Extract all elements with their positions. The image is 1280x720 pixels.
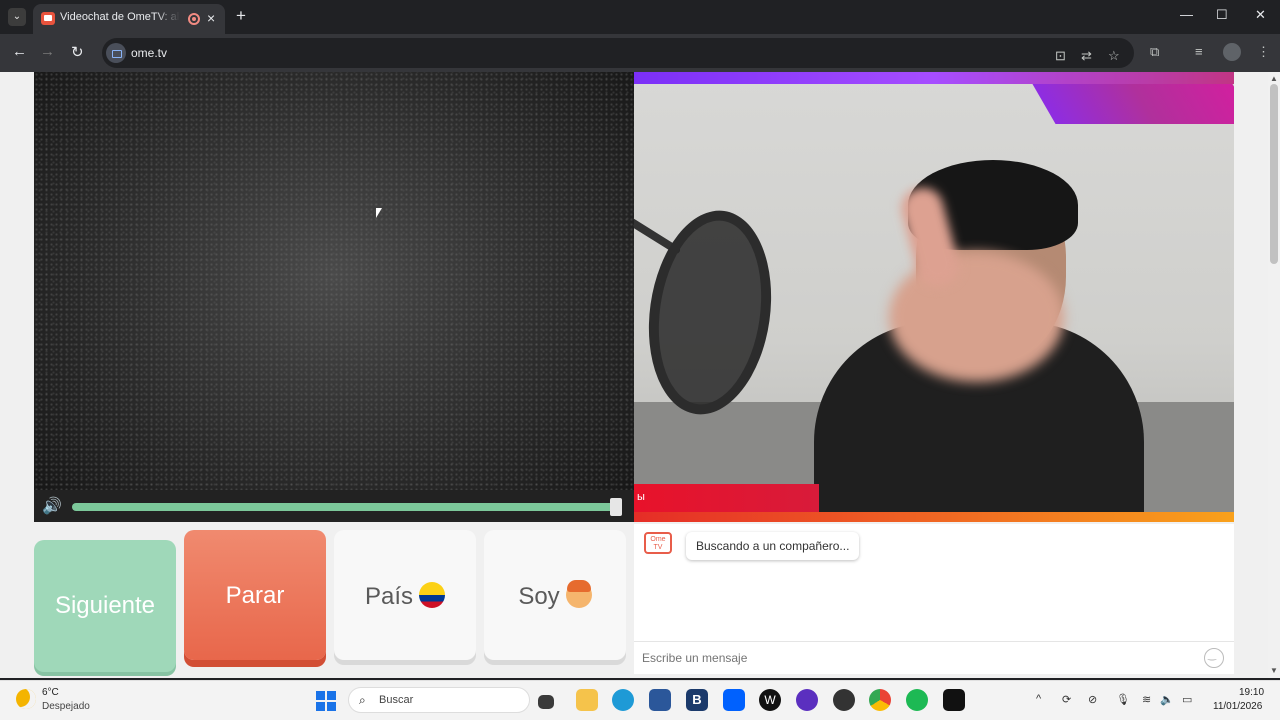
remote-video[interactable]: 🔊 — [34, 72, 634, 522]
local-video: ы — [634, 72, 1234, 522]
wifi-icon[interactable]: ≋ — [1142, 693, 1151, 706]
menu-kebab-icon[interactable]: ⋮ — [1257, 44, 1270, 60]
stop-button-label: Parar — [225, 582, 285, 609]
tab-title: Videochat de OmeTV: alternativa — [60, 11, 180, 23]
meet-icon[interactable]: ⊘ — [1088, 693, 1097, 706]
weather-temp[interactable]: 6°C — [42, 687, 59, 698]
address-bar[interactable]: ome.tv ⊡ ⇄ ☆ — [102, 38, 1134, 68]
edge-icon[interactable] — [612, 689, 634, 711]
task-view-icon[interactable] — [538, 695, 554, 709]
forward-icon[interactable]: → — [40, 43, 55, 60]
w-app-icon[interactable]: W — [759, 689, 781, 711]
static-noise — [34, 72, 634, 522]
person-hand — [889, 252, 1064, 382]
colombia-flag-icon — [419, 582, 446, 608]
spotify-icon[interactable] — [906, 689, 928, 711]
browser-titlebar: ⌄ Videochat de OmeTV: alternativa × + — … — [0, 0, 1280, 34]
install-app-icon[interactable]: ⊡ — [1055, 48, 1066, 64]
country-button-content: País — [334, 582, 476, 611]
ometv-logo-icon: Ome TV — [644, 532, 672, 554]
search-icon: ⌕ — [359, 693, 366, 707]
reload-icon[interactable]: ↻ — [71, 43, 84, 61]
tab-search-button[interactable]: ⌄ — [8, 8, 26, 26]
gender-button-label: Soy — [518, 583, 560, 610]
dropbox-icon[interactable] — [723, 689, 745, 711]
stop-button[interactable]: Parar — [184, 530, 326, 660]
microphone-icon[interactable]: 🎙 — [1116, 693, 1130, 706]
back-icon[interactable]: ← — [12, 43, 27, 60]
emoji-icon[interactable] — [1204, 648, 1224, 668]
new-tab-button[interactable]: + — [236, 6, 246, 26]
gender-button-content: Soy — [484, 580, 626, 611]
mouse-cursor — [376, 208, 382, 218]
minimize-button[interactable]: — — [1180, 7, 1193, 22]
video-controls: 🔊 — [34, 490, 634, 522]
status-message: Buscando a un compañero... — [686, 532, 860, 560]
close-window-button[interactable]: ✕ — [1255, 7, 1266, 23]
brand-bottom-red: ы — [634, 484, 819, 512]
clock-date[interactable]: 11/01/2026 — [1213, 701, 1262, 712]
volume-slider-handle[interactable] — [610, 498, 622, 516]
battery-icon[interactable]: ▭ — [1182, 693, 1192, 706]
store-icon[interactable] — [649, 689, 671, 711]
profile-avatar[interactable] — [1223, 43, 1241, 61]
record-app-icon[interactable] — [833, 689, 855, 711]
overlay-label: ы — [637, 491, 645, 503]
clock-time[interactable]: 19:10 — [1239, 687, 1264, 698]
country-button[interactable]: País — [334, 530, 476, 660]
scroll-up-icon[interactable]: ▲ — [1270, 74, 1278, 83]
ometv-favicon-icon — [41, 12, 55, 25]
browser-tab[interactable]: Videochat de OmeTV: alternativa × — [33, 4, 225, 34]
weather-desc[interactable]: Despejado — [42, 701, 90, 712]
brand-corner-band — [1032, 84, 1234, 124]
maximize-button[interactable]: ☐ — [1216, 7, 1228, 23]
b-app-icon[interactable]: B — [686, 689, 708, 711]
next-button[interactable]: Siguiente — [34, 540, 176, 672]
message-input[interactable] — [642, 649, 1182, 667]
volume-icon[interactable]: 🔈 — [1160, 693, 1174, 706]
recording-indicator-icon — [188, 13, 200, 25]
next-button-label: Siguiente — [54, 592, 156, 619]
extensions-icon[interactable]: ⧉ — [1150, 44, 1159, 60]
speaker-icon[interactable]: 🔊 — [42, 496, 62, 516]
tray-overflow-icon[interactable]: ^ — [1036, 693, 1041, 705]
browser-toolbar: ← → ↻ ome.tv ⊡ ⇄ ☆ ⧉ ≡ ⋮ — [0, 34, 1280, 72]
country-button-label: País — [364, 583, 414, 610]
folder-icon[interactable] — [576, 689, 598, 711]
translate-icon[interactable]: ⇄ — [1081, 48, 1092, 64]
terminal-icon[interactable] — [943, 689, 965, 711]
scroll-thumb[interactable] — [1270, 84, 1278, 264]
tab-close-icon[interactable]: × — [207, 10, 215, 26]
url-text[interactable]: ome.tv — [131, 46, 167, 60]
sync-icon[interactable]: ⟳ — [1062, 693, 1071, 706]
gender-button[interactable]: Soy — [484, 530, 626, 660]
page-scrollbar[interactable]: ▲ ▼ — [1268, 72, 1280, 678]
page-content: 🔊 ы Siguiente Parar País Soy Ome TV Busc… — [0, 72, 1268, 678]
start-button[interactable] — [316, 691, 336, 711]
search-placeholder: Buscar — [379, 694, 414, 706]
bookmark-star-icon[interactable]: ☆ — [1108, 48, 1120, 64]
taskbar-search[interactable]: ⌕ Buscar — [348, 687, 530, 713]
circle-app-icon[interactable] — [796, 689, 818, 711]
brand-top-band — [634, 72, 1234, 84]
media-control-icon[interactable]: ≡ — [1195, 44, 1203, 59]
volume-slider[interactable] — [72, 503, 618, 511]
brand-bottom-band — [634, 512, 1234, 522]
chat-panel: Ome TV Buscando a un compañero... — [634, 524, 1234, 674]
boy-face-icon — [565, 580, 592, 608]
chat-input-bar — [634, 641, 1234, 674]
scroll-down-icon[interactable]: ▼ — [1270, 666, 1278, 675]
weather-moon-icon[interactable] — [16, 689, 36, 709]
site-info-icon[interactable] — [106, 43, 126, 63]
taskbar: 6°C Despejado ⌕ Buscar B W ^ ⟳ ⊘ 🎙 ≋ 🔈 ▭… — [0, 680, 1280, 720]
chrome-icon[interactable] — [869, 689, 891, 711]
